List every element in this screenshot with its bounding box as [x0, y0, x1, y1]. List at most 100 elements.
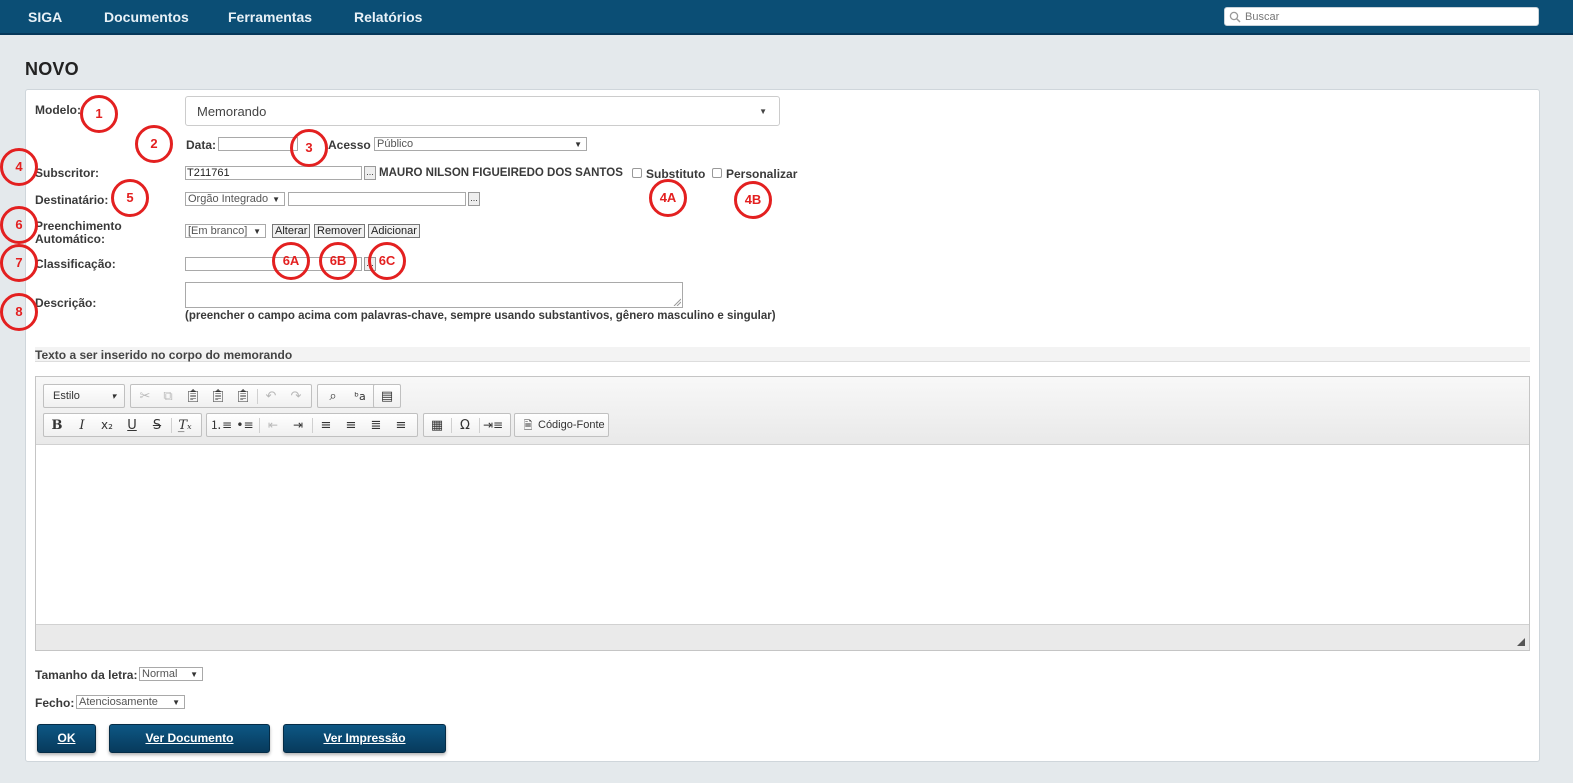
- subscript-icon[interactable]: x₂: [97, 417, 117, 434]
- align-left-icon[interactable]: ≡: [316, 417, 336, 434]
- source-code-icon: 🗎︎: [523, 419, 533, 432]
- preenchimento-label-line1: Preenchimento: [35, 219, 122, 233]
- page-break-insert-icon[interactable]: ⇥≡: [483, 417, 503, 434]
- tamanho-select[interactable]: Normal ▼: [139, 667, 203, 681]
- destinatario-type-select[interactable]: Orgão Integrado ▼: [185, 192, 285, 206]
- table-icon[interactable]: ▦: [427, 417, 447, 434]
- subscritor-search-button[interactable]: ...: [364, 166, 376, 180]
- copy-icon[interactable]: ⧉: [158, 388, 178, 405]
- data-input[interactable]: [218, 137, 298, 151]
- caret-down-icon: ▼: [272, 195, 280, 204]
- rich-text-editor: Estilo ▾ ✂ ⧉ 📋︎ 📋︎ 📋︎ ↶ ↷ ⌕ ᵇa ▤ B I x₂ …: [35, 376, 1530, 651]
- editor-footer: [36, 624, 1529, 650]
- search-input[interactable]: [1245, 9, 1533, 24]
- nav-siga[interactable]: SIGA: [28, 9, 62, 25]
- classificacao-label: Classificação:: [35, 257, 116, 271]
- annotation-8: 8: [0, 293, 38, 331]
- source-toolbar-group[interactable]: 🗎︎ Código-Fonte: [514, 413, 609, 437]
- annotation-6b: 6B: [319, 242, 357, 280]
- editor-content-area[interactable]: [36, 445, 1529, 625]
- paste-text-icon[interactable]: 📋︎: [208, 388, 228, 405]
- undo-icon[interactable]: ↶: [261, 388, 281, 405]
- personalizar-label: Personalizar: [726, 167, 798, 181]
- acesso-label: Acesso: [328, 138, 371, 152]
- descricao-label: Descrição:: [35, 296, 97, 310]
- align-justify-icon[interactable]: ≣: [366, 417, 386, 434]
- substituto-checkbox[interactable]: [632, 168, 642, 178]
- modelo-select[interactable]: Memorando ▼: [185, 96, 780, 126]
- italic-icon[interactable]: I: [72, 417, 92, 434]
- remover-button[interactable]: Remover: [314, 224, 365, 238]
- resize-handle-icon[interactable]: [1517, 638, 1525, 646]
- modelo-value: Memorando: [197, 104, 267, 119]
- subscritor-label: Subscritor:: [35, 166, 100, 180]
- misc-toolbar-group: ▤: [373, 384, 401, 408]
- toolbar-separator: [171, 418, 172, 433]
- subscritor-name: MAURO NILSON FIGUEIREDO DOS SANTOS: [379, 167, 623, 179]
- special-char-icon[interactable]: Ω: [455, 417, 475, 434]
- bold-icon[interactable]: B: [47, 417, 67, 434]
- destinatario-type-value: Orgão Integrado: [188, 193, 269, 205]
- subscritor-code-input[interactable]: [185, 166, 362, 180]
- descricao-hint: (preencher o campo acima com palavras-ch…: [185, 310, 776, 322]
- underline-icon[interactable]: U: [122, 417, 142, 434]
- annotation-4: 4: [0, 148, 38, 186]
- find-toolbar-group: ⌕ ᵇa: [317, 384, 378, 408]
- paste-word-icon[interactable]: 📋︎: [233, 388, 253, 405]
- preenchimento-select[interactable]: [Em branco] ▼: [185, 224, 266, 238]
- ver-impressao-button[interactable]: Ver Impressão: [283, 724, 446, 753]
- tamanho-label: Tamanho da letra:: [35, 668, 138, 682]
- nav-documentos[interactable]: Documentos: [104, 9, 189, 25]
- indent-icon[interactable]: ⇥: [288, 417, 308, 434]
- acesso-select[interactable]: Público ▼: [374, 137, 587, 151]
- insert-toolbar-group: ▦ Ω ⇥≡: [423, 413, 511, 437]
- modelo-label: Modelo:: [35, 103, 81, 117]
- annotation-4b: 4B: [734, 181, 772, 219]
- ok-button[interactable]: OK: [37, 724, 96, 753]
- replace-icon[interactable]: ᵇa: [350, 388, 370, 405]
- numbered-list-icon[interactable]: ⒈≡: [210, 417, 232, 434]
- personalizar-checkbox[interactable]: [712, 168, 722, 178]
- clipboard-toolbar-group: ✂ ⧉ 📋︎ 📋︎ 📋︎ ↶ ↷: [130, 384, 312, 408]
- fecho-value: Atenciosamente: [79, 696, 158, 708]
- bulleted-list-icon[interactable]: •≡: [235, 417, 255, 434]
- annotation-5: 5: [111, 179, 149, 217]
- toolbar-separator: [479, 418, 480, 433]
- destinatario-label: Destinatário:: [35, 193, 109, 207]
- toolbar-separator: [259, 418, 260, 433]
- annotation-1: 1: [80, 95, 118, 133]
- outdent-icon[interactable]: ⇤: [263, 417, 283, 434]
- acesso-value: Público: [377, 138, 414, 150]
- alterar-button[interactable]: Alterar: [272, 224, 311, 238]
- source-code-label: Código-Fonte: [538, 419, 605, 431]
- style-dropdown[interactable]: Estilo ▾: [43, 384, 125, 408]
- page-title: NOVO: [25, 59, 79, 79]
- editor-section-header: Texto a ser inserido no corpo do memoran…: [35, 347, 1530, 362]
- redo-icon[interactable]: ↷: [286, 388, 306, 405]
- resize-grip-icon[interactable]: [673, 298, 681, 306]
- align-right-icon[interactable]: ≡: [391, 417, 411, 434]
- search-box: [1224, 7, 1539, 26]
- nav-ferramentas[interactable]: Ferramentas: [228, 9, 312, 25]
- toolbar-separator: [451, 418, 452, 433]
- tamanho-value: Normal: [142, 668, 178, 680]
- annotation-2: 2: [135, 125, 173, 163]
- destinatario-search-button[interactable]: ...: [468, 192, 480, 206]
- page-break-icon[interactable]: ▤: [377, 388, 397, 405]
- find-icon[interactable]: ⌕: [323, 388, 343, 405]
- remove-format-icon[interactable]: T̲ₓ: [175, 417, 195, 434]
- nav-relatorios[interactable]: Relatórios: [354, 9, 422, 25]
- destinatario-input[interactable]: [288, 192, 466, 206]
- fecho-select[interactable]: Atenciosamente ▼: [76, 695, 185, 709]
- adicionar-button[interactable]: Adicionar: [368, 224, 420, 238]
- cut-icon[interactable]: ✂: [135, 388, 155, 405]
- paste-icon[interactable]: 📋︎: [183, 388, 203, 405]
- caret-down-icon: ▼: [759, 107, 767, 116]
- strike-icon[interactable]: S: [147, 417, 167, 434]
- annotation-6: 6: [0, 206, 38, 244]
- align-center-icon[interactable]: ≡: [341, 417, 361, 434]
- descricao-textarea[interactable]: [185, 282, 683, 308]
- ver-documento-button[interactable]: Ver Documento: [109, 724, 270, 753]
- editor-toolbar: Estilo ▾ ✂ ⧉ 📋︎ 📋︎ 📋︎ ↶ ↷ ⌕ ᵇa ▤ B I x₂ …: [36, 377, 1529, 445]
- annotation-6c: 6C: [368, 242, 406, 280]
